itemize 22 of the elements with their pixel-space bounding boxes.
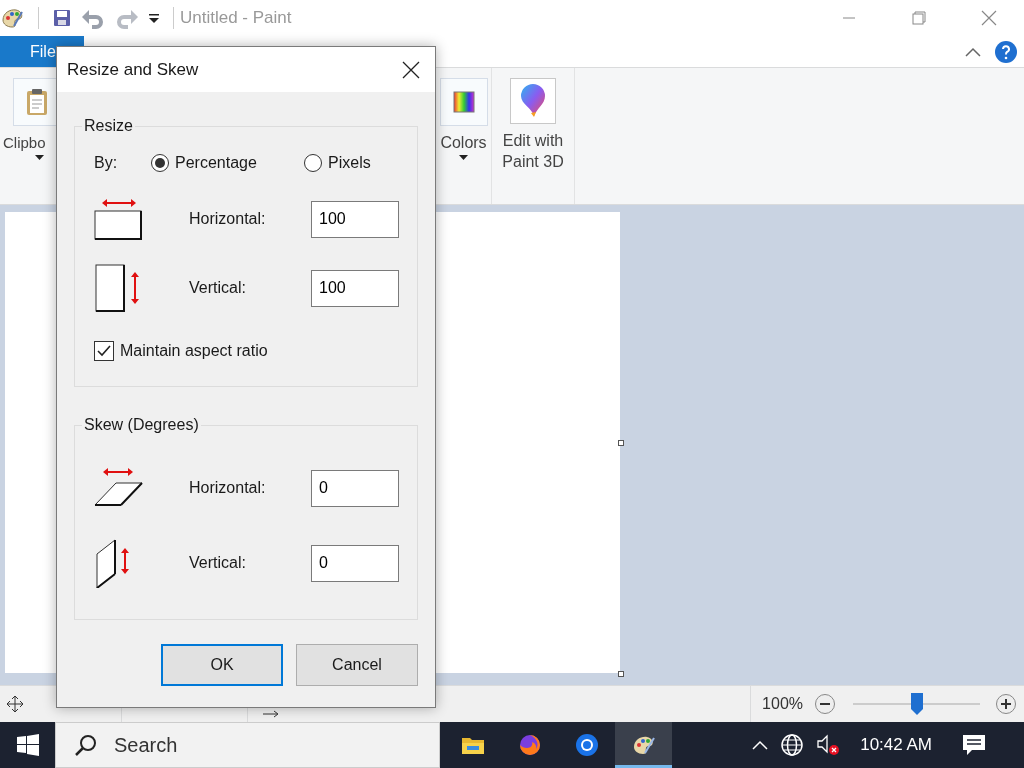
group-label: Skew (Degrees) [83, 415, 200, 435]
input-field[interactable]: 0 [311, 469, 399, 507]
field-label: By: [94, 154, 119, 172]
input-field[interactable]: 100 [311, 269, 399, 307]
field-label: Horizontal: [189, 210, 267, 228]
group-label: Resize [83, 116, 134, 136]
checkbox[interactable]: Maintain aspect ratio [94, 336, 268, 366]
field-label: Vertical: [189, 554, 247, 572]
zoom-level: 100% [762, 695, 803, 713]
ribbon-button-label[interactable]: Clipbo [3, 132, 46, 153]
window-title: Untitled - Paint [180, 8, 292, 28]
radio-option[interactable]: Percentage [151, 154, 304, 172]
ribbon-button-label[interactable]: Edit with Paint 3D [495, 130, 571, 172]
input-field[interactable]: 100 [311, 200, 399, 238]
search-field[interactable]: Search [55, 722, 440, 768]
field-label: Horizontal: [189, 479, 267, 497]
field-label: Vertical: [189, 279, 247, 297]
clock[interactable]: 10:42 AM [860, 735, 932, 755]
radio-option[interactable]: Pixels [304, 154, 371, 172]
cancel-button[interactable]: Cancel [296, 644, 418, 686]
input-field[interactable]: 0 [311, 544, 399, 582]
ok-button[interactable]: OK [161, 644, 283, 686]
